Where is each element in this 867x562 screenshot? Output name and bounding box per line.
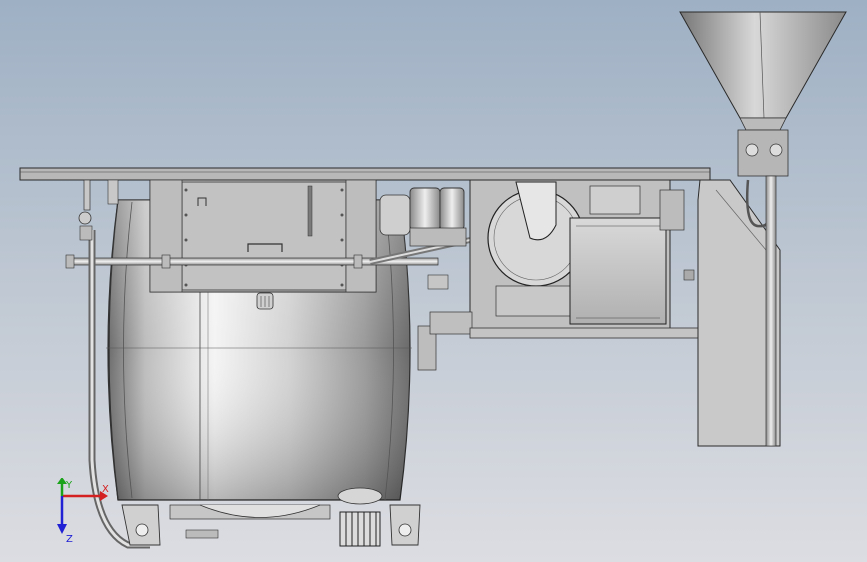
fan-motor-assembly[interactable] (469, 179, 685, 331)
drum-top-housing[interactable] (149, 179, 377, 310)
x-axis-label: X (102, 484, 109, 495)
right-side-panel[interactable] (683, 179, 781, 447)
z-axis-label: Z (66, 534, 73, 545)
feed-hopper[interactable] (679, 11, 847, 131)
cad-graphics-viewport[interactable] (0, 0, 867, 562)
bottom-drain-basket[interactable] (337, 487, 383, 547)
filter-canisters[interactable] (409, 187, 467, 247)
z-axis-arrow (57, 496, 67, 534)
y-axis-label: Y (65, 480, 73, 491)
vertical-feed-pipe[interactable] (765, 175, 777, 447)
coordinate-triad: X Y Z (57, 478, 109, 545)
